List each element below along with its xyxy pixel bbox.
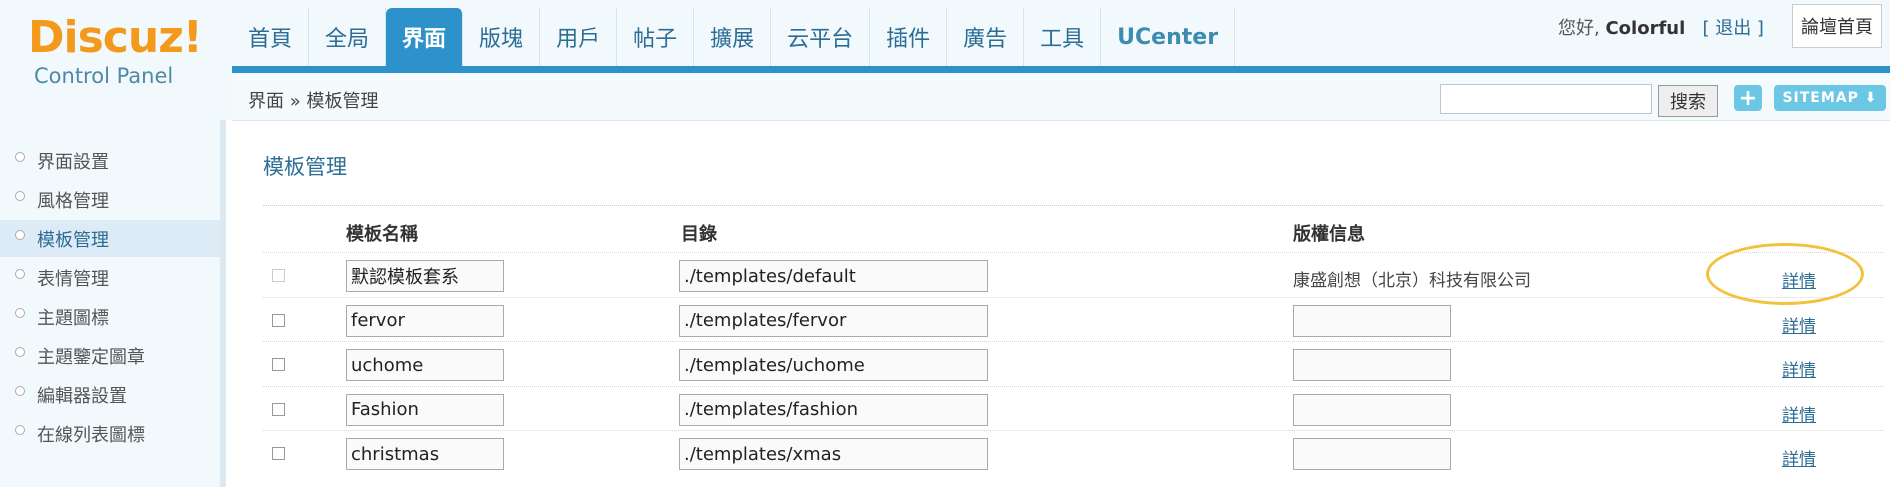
sidebar-item[interactable]: 風格管理	[0, 181, 220, 218]
search-button[interactable]: 搜索	[1658, 85, 1718, 117]
page-title: 模板管理	[263, 155, 347, 179]
template-name-input[interactable]: christmas	[346, 438, 504, 470]
sidebar-item[interactable]: 主題鑒定圖章	[0, 337, 220, 374]
template-name-input[interactable]: fervor	[346, 304, 504, 337]
nav-underline	[232, 66, 1890, 73]
nav-tab[interactable]: 廣告	[947, 8, 1025, 66]
row-divider	[263, 296, 1883, 298]
divider	[263, 205, 1883, 206]
column-header-dir: 目錄	[681, 224, 717, 245]
template-dir-input[interactable]: ./templates/fashion	[679, 393, 988, 426]
breadcrumb-bar: 界面 » 模板管理 搜索 + SITEMAP ⬇	[232, 73, 1890, 121]
copyright-input[interactable]	[1293, 438, 1451, 470]
nav-tab[interactable]: 工具	[1024, 8, 1102, 66]
sidebar-item-label: 界面設置	[37, 151, 109, 173]
detail-link[interactable]: 詳情	[1782, 445, 1816, 470]
row-checkbox[interactable]	[272, 358, 285, 371]
row-divider	[263, 385, 1883, 387]
row-divider	[263, 430, 1883, 431]
greeting: 您好,	[1558, 18, 1600, 39]
sidebar-item-label: 表情管理	[37, 268, 109, 290]
template-dir-input[interactable]: ./templates/fervor	[679, 304, 988, 337]
row-divider	[263, 341, 1883, 342]
nav-tab[interactable]: 擴展	[694, 8, 772, 66]
logo[interactable]: Discuz! Control Panel	[0, 0, 226, 120]
column-header-name: 模板名稱	[346, 224, 418, 245]
user-info: 您好, Colorful [ 退出 ]	[1558, 14, 1764, 40]
copyright-input[interactable]	[1293, 349, 1451, 381]
detail-link[interactable]: 詳情	[1782, 401, 1816, 426]
add-shortcut-button[interactable]: +	[1734, 85, 1762, 111]
bullet-icon	[15, 190, 25, 201]
sidebar-item[interactable]: 模板管理	[0, 220, 220, 257]
top-nav: 首頁 全局 界面 版塊 用戶 帖子 擴展 云平台 插件 廣告 工具 UCenter	[232, 8, 1236, 66]
template-dir-input[interactable]: ./templates/uchome	[679, 349, 988, 381]
nav-tab[interactable]: 云平台	[771, 8, 871, 66]
copyright-text: 康盛創想（北京）科技有限公司	[1293, 271, 1531, 291]
nav-tab[interactable]: 用戶	[540, 8, 618, 66]
bullet-icon	[15, 346, 25, 357]
forum-home-button[interactable]: 論壇首頁	[1792, 4, 1882, 48]
sitemap-button[interactable]: SITEMAP ⬇	[1774, 85, 1886, 111]
row-checkbox[interactable]	[272, 402, 285, 416]
search-input[interactable]	[1440, 84, 1652, 114]
sidebar-item-label: 風格管理	[37, 190, 109, 212]
sidebar-item-label: 主題鑒定圖章	[37, 346, 145, 368]
nav-tab[interactable]: 插件	[870, 8, 948, 66]
nav-tab[interactable]: UCenter	[1101, 8, 1236, 66]
sidebar-item[interactable]: 表情管理	[0, 259, 220, 296]
logo-title: Discuz!	[28, 12, 203, 63]
breadcrumb: 界面 » 模板管理	[248, 91, 379, 112]
bullet-icon	[15, 268, 25, 279]
bullet-icon	[15, 229, 25, 240]
sidebar-item-label: 模板管理	[37, 229, 109, 251]
nav-tab[interactable]: 首頁	[232, 8, 310, 66]
highlight-circle	[1706, 243, 1864, 305]
sidebar: 界面設置風格管理模板管理表情管理主題圖標主題鑒定圖章 編輯器設置在線列表圖標	[0, 120, 226, 487]
row-checkbox[interactable]	[272, 447, 285, 460]
row-divider	[263, 252, 1883, 253]
copyright-input[interactable]	[1293, 393, 1451, 426]
bullet-icon	[15, 307, 25, 318]
sidebar-item-label: 主題圖標	[37, 307, 109, 329]
bullet-icon	[15, 424, 25, 435]
template-name-input[interactable]: 默認模板套系	[346, 260, 504, 292]
sidebar-item[interactable]: 主題圖標	[0, 298, 220, 335]
detail-link[interactable]: 詳情	[1782, 312, 1816, 337]
nav-tab[interactable]: 界面	[386, 8, 464, 66]
row-checkbox[interactable]	[272, 313, 285, 327]
sidebar-item-label: 在線列表圖標	[37, 424, 145, 446]
sidebar-item[interactable]: 界面設置	[0, 142, 220, 179]
template-name-input[interactable]: uchome	[346, 349, 504, 381]
sidebar-item-label: 編輯器設置	[37, 385, 127, 407]
row-checkbox	[272, 269, 285, 282]
sidebar-item[interactable]: 在線列表圖標	[0, 415, 220, 452]
template-dir-input[interactable]: ./templates/default	[679, 260, 988, 292]
nav-tab[interactable]: 全局	[309, 8, 387, 66]
nav-tab[interactable]: 帖子	[617, 8, 695, 66]
username: Colorful	[1605, 18, 1686, 39]
template-dir-input[interactable]: ./templates/xmas	[679, 438, 988, 470]
detail-link[interactable]: 詳情	[1782, 356, 1816, 381]
copyright-input[interactable]	[1293, 304, 1451, 337]
column-header-copyright: 版權信息	[1293, 224, 1365, 245]
sidebar-item[interactable]: 編輯器設置	[0, 376, 220, 413]
logo-subtitle: Control Panel	[34, 64, 174, 88]
bullet-icon	[15, 151, 25, 162]
logout-link[interactable]: [ 退出 ]	[1702, 18, 1764, 39]
template-name-input[interactable]: Fashion	[346, 393, 504, 426]
bullet-icon	[15, 385, 25, 396]
header: Discuz! Control Panel 首頁 全局 界面 版塊 用戶 帖子 擴展 云平台插…	[0, 0, 1890, 121]
nav-tab[interactable]: 版塊	[463, 8, 541, 66]
